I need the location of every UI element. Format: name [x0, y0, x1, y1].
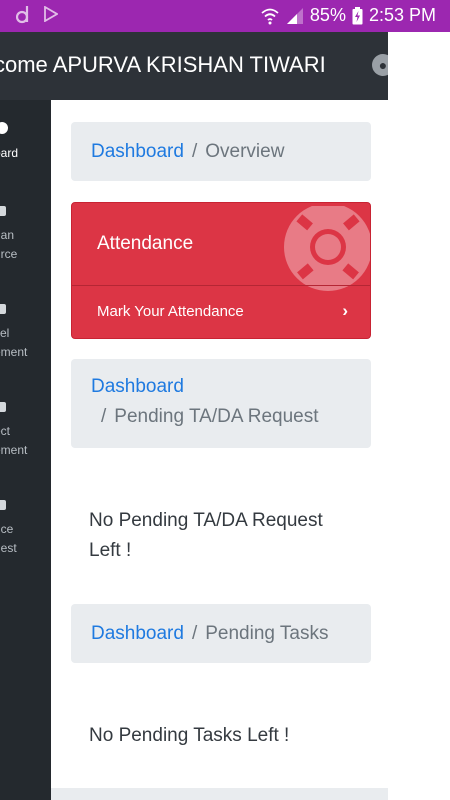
breadcrumb: Dashboard / Overview: [71, 122, 371, 181]
sidebar-item-label: vel: [0, 326, 10, 340]
dashboard-icon: [0, 122, 8, 134]
wifi-icon: [261, 8, 279, 24]
breadcrumb-current: Pending Tasks: [205, 623, 329, 644]
advance-request-icon: [0, 500, 6, 510]
travel-icon: [0, 304, 6, 314]
no-pending-tasks-message: No Pending Tasks Left !: [89, 725, 290, 746]
sidebar-item-human-resource[interactable]: han urce: [0, 206, 51, 264]
breadcrumb: Dashboard / Pending Tasks: [71, 604, 371, 663]
signal-icon: [286, 7, 303, 24]
main-content: Dashboard / Overview Attendance Mark Your …: [51, 100, 388, 800]
breadcrumb-dashboard-link[interactable]: Dashboard: [91, 141, 184, 162]
sidebar-item-label: han: [0, 228, 15, 242]
breadcrumb: Dashboard / Pending TA/DA Request: [71, 359, 371, 448]
mark-attendance-link[interactable]: Mark Your Attendance ›: [72, 285, 370, 338]
mark-attendance-label: Mark Your Attendance: [97, 303, 244, 320]
user-menu-icon[interactable]: ●: [372, 54, 388, 76]
sidebar-item-label: ement: [0, 345, 28, 359]
breadcrumb-separator: /: [191, 141, 198, 162]
battery-charging-icon: [352, 6, 363, 24]
human-resource-icon: [0, 206, 6, 216]
breadcrumb-current: Overview: [205, 141, 285, 162]
status-bar: 85% 2:53 PM: [0, 0, 450, 32]
project-icon: [0, 402, 6, 412]
sidebar-item-label: nce: [0, 522, 14, 536]
app-d-icon: [16, 6, 29, 24]
no-pending-tada-message: No Pending TA/DA Request Left !: [89, 506, 323, 566]
breadcrumb-separator: /: [101, 406, 107, 427]
sidebar-item-label: uest: [0, 541, 17, 555]
sidebar-item-label: ect: [0, 424, 11, 438]
breadcrumb-separator: /: [191, 623, 198, 644]
sidebar-item-advance-request[interactable]: nce uest: [0, 500, 51, 558]
message-line: No Pending TA/DA Request: [89, 510, 323, 531]
message-line: Left !: [89, 540, 132, 561]
sidebar-item-dashboard[interactable]: oard: [0, 122, 51, 163]
attendance-card: Attendance Mark Your Attendance ›: [71, 202, 371, 339]
notification-icons: [16, 4, 58, 24]
sidebar-item-project-management[interactable]: ect ement: [0, 402, 51, 460]
sidebar-item-travel-management[interactable]: vel ement: [0, 304, 51, 362]
breadcrumb-dashboard-link[interactable]: Dashboard: [91, 376, 184, 397]
sidebar-item-label: oard: [0, 146, 19, 160]
battery-percent: 85%: [309, 5, 346, 25]
background: [388, 32, 450, 800]
sidebar: oard han urce vel ement ect ement nce ue…: [0, 100, 51, 800]
next-section-edge: [51, 788, 388, 800]
breadcrumb-dashboard-link[interactable]: Dashboard: [91, 623, 184, 644]
clock-time: 2:53 PM: [368, 5, 436, 25]
welcome-title: come APURVA KRISHAN TIWARI: [0, 52, 326, 77]
sidebar-item-label: urce: [0, 247, 18, 261]
play-store-icon: [44, 6, 58, 22]
breadcrumb-current: Pending TA/DA Request: [114, 406, 319, 427]
app-header: come APURVA KRISHAN TIWARI ●: [0, 32, 388, 100]
sidebar-item-label: ement: [0, 443, 28, 457]
chevron-right-icon: ›: [342, 301, 348, 320]
attendance-title: Attendance: [97, 233, 194, 254]
